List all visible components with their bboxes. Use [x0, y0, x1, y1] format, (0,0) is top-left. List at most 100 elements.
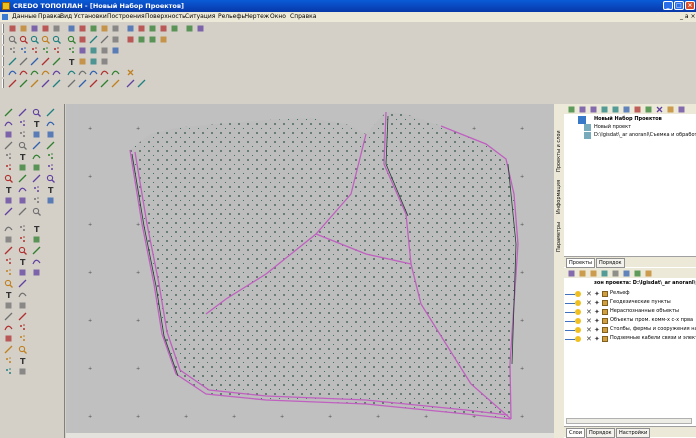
- curve-icon[interactable]: [18, 290, 27, 299]
- arrow-icon[interactable]: [89, 79, 98, 88]
- text-icon[interactable]: T: [67, 57, 76, 66]
- arrow-icon[interactable]: [18, 312, 27, 321]
- lock-icon[interactable]: ✕: [586, 308, 592, 316]
- curve-icon[interactable]: [18, 185, 27, 194]
- table-icon[interactable]: [578, 105, 587, 114]
- layer-row[interactable]: ✕✦ Столбы, фермы и сооружения на нио: [564, 326, 696, 335]
- curve-icon[interactable]: [52, 68, 61, 77]
- help-icon[interactable]: [196, 24, 205, 33]
- text-icon[interactable]: T: [32, 119, 41, 129]
- rect-icon[interactable]: [18, 301, 27, 310]
- point-icon[interactable]: [46, 163, 55, 172]
- copy-icon[interactable]: [589, 105, 598, 114]
- point-icon[interactable]: [32, 196, 41, 205]
- point-icon[interactable]: [18, 235, 27, 244]
- curve-icon[interactable]: [111, 68, 120, 77]
- edit-icon[interactable]: ✦: [594, 326, 600, 334]
- rect-icon[interactable]: [4, 235, 13, 244]
- menu-edit[interactable]: Правка: [38, 13, 61, 20]
- arrow-icon[interactable]: [18, 108, 27, 117]
- points-icon[interactable]: [30, 46, 39, 55]
- point-icon[interactable]: [4, 268, 13, 277]
- curve-icon[interactable]: [8, 68, 17, 77]
- projects-root[interactable]: Новый Набор Проектов: [594, 116, 662, 124]
- line-icon[interactable]: [32, 141, 41, 150]
- node-icon[interactable]: [4, 356, 13, 365]
- edit-icon[interactable]: ✦: [594, 317, 600, 325]
- curve-icon[interactable]: [46, 119, 55, 128]
- curve-icon[interactable]: [30, 68, 39, 77]
- node-icon[interactable]: [32, 185, 41, 194]
- text-icon[interactable]: T: [4, 290, 13, 300]
- rect-icon[interactable]: [170, 24, 179, 33]
- line-icon[interactable]: [32, 246, 41, 255]
- layer-icon[interactable]: [89, 46, 98, 55]
- arrow-icon[interactable]: [52, 79, 61, 88]
- edit-icon[interactable]: [78, 24, 87, 33]
- edit-icon[interactable]: ✦: [594, 299, 600, 307]
- points-icon[interactable]: [19, 46, 28, 55]
- box-icon[interactable]: [78, 57, 87, 66]
- layer-icon[interactable]: [32, 235, 41, 244]
- arrows-icon[interactable]: [89, 35, 98, 44]
- menu-settings[interactable]: Установки: [74, 13, 107, 20]
- lightbulb-icon[interactable]: [575, 309, 581, 315]
- add-icon[interactable]: [666, 105, 675, 114]
- line-icon[interactable]: [8, 57, 17, 66]
- menu-window[interactable]: Окно: [270, 13, 286, 20]
- close-icon[interactable]: [655, 105, 664, 114]
- tab-projects-layers[interactable]: Проекты и слои: [556, 120, 563, 172]
- text-icon[interactable]: T: [4, 185, 13, 195]
- layer-icon[interactable]: [32, 130, 41, 139]
- filter-icon[interactable]: [148, 24, 157, 33]
- rect-icon[interactable]: [18, 196, 27, 205]
- node-icon[interactable]: [18, 323, 27, 332]
- toolbar-grip[interactable]: [2, 68, 4, 77]
- project-item[interactable]: D:\Igisdat\_ar anoranl\Съемка и обработ: [594, 132, 696, 140]
- arrow-icon[interactable]: [137, 79, 146, 88]
- rect-icon[interactable]: [159, 24, 168, 33]
- lightbulb-icon[interactable]: [575, 318, 581, 324]
- edit-icon[interactable]: [89, 57, 98, 66]
- project-item[interactable]: Новый проект: [594, 124, 631, 132]
- menu-help[interactable]: Справка: [290, 13, 316, 20]
- lock-icon[interactable]: ✕: [586, 290, 592, 298]
- redo-icon[interactable]: [100, 24, 109, 33]
- binoculars-icon[interactable]: [185, 24, 194, 33]
- curve-icon[interactable]: [32, 257, 41, 266]
- text-icon[interactable]: T: [18, 152, 27, 162]
- layer-row[interactable]: ✕ ✦ Объекты пром. комм-х с-х прва: [564, 317, 696, 326]
- horizontal-scrollbar[interactable]: [66, 433, 554, 438]
- properties-icon[interactable]: [677, 105, 686, 114]
- node-icon[interactable]: [46, 152, 55, 161]
- menu-construct[interactable]: Построения: [107, 13, 145, 20]
- toolbar-grip[interactable]: [2, 35, 4, 44]
- zoom-icon[interactable]: [4, 174, 13, 183]
- node-icon[interactable]: [67, 46, 76, 55]
- arrow-icon[interactable]: [46, 141, 55, 150]
- rect-icon[interactable]: [32, 163, 41, 172]
- curve-icon[interactable]: [32, 152, 41, 161]
- tool-icon[interactable]: [52, 24, 61, 33]
- arrow-icon[interactable]: [100, 79, 109, 88]
- curve-icon[interactable]: [100, 68, 109, 77]
- survey-map[interactable]: +: [66, 104, 554, 433]
- zoom-in-icon[interactable]: [8, 35, 17, 44]
- layer-icon[interactable]: [100, 46, 109, 55]
- zoom-all-icon[interactable]: [41, 35, 50, 44]
- point-icon[interactable]: [18, 130, 27, 139]
- copy-icon[interactable]: [600, 105, 609, 114]
- zoom-icon[interactable]: [18, 246, 27, 255]
- lock-icon[interactable]: ✕: [586, 335, 592, 343]
- node-icon[interactable]: [18, 119, 27, 128]
- rotate-icon[interactable]: [137, 35, 146, 44]
- new-icon[interactable]: [8, 24, 17, 33]
- curve-icon[interactable]: [41, 68, 50, 77]
- tab-information[interactable]: Информация: [556, 172, 563, 214]
- node-icon[interactable]: [18, 224, 27, 233]
- edit-icon[interactable]: ✦: [594, 335, 600, 343]
- pan-icon[interactable]: [78, 35, 87, 44]
- menu-surface[interactable]: Поверхность: [145, 13, 186, 20]
- undo-icon[interactable]: [89, 24, 98, 33]
- text-icon[interactable]: T: [18, 257, 27, 267]
